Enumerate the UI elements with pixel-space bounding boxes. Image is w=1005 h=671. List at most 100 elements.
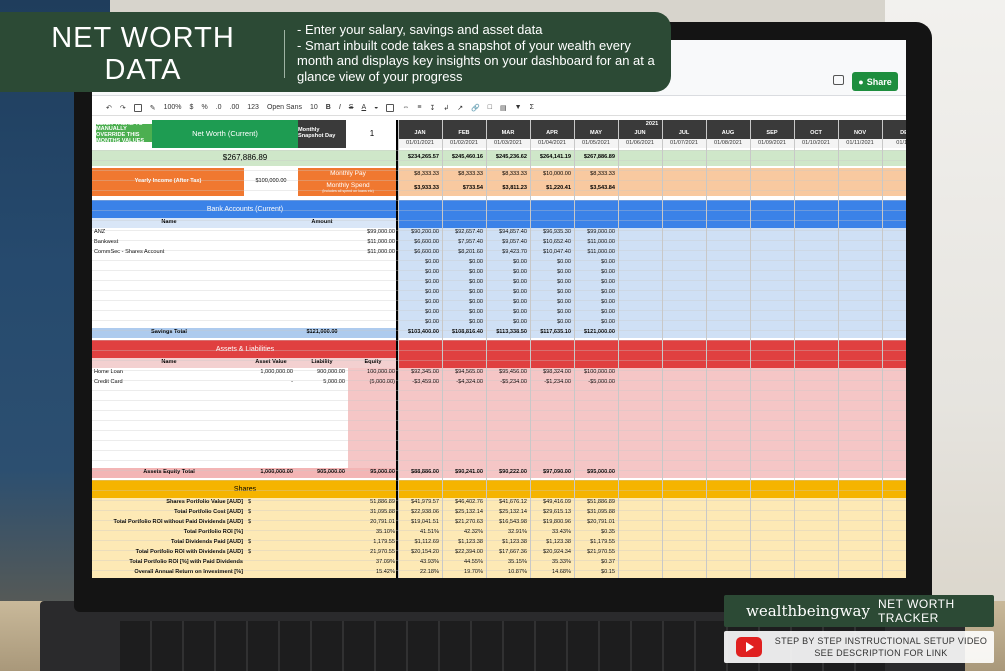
gridline xyxy=(92,440,906,441)
filter-icon[interactable]: ▼ xyxy=(515,104,522,111)
gridline xyxy=(92,160,906,161)
valign-icon[interactable]: ↧ xyxy=(429,104,435,112)
banner-title: NET WORTH DATA xyxy=(51,22,235,86)
yearly-income-label: Yearly Income (After Tax) xyxy=(92,168,244,196)
monthly-spend-history: $733.54 xyxy=(442,181,486,196)
date-header: 01/08/2021 xyxy=(706,139,750,148)
date-header: 01/06/2021 xyxy=(618,139,662,148)
gridline xyxy=(92,240,906,241)
gridline xyxy=(92,480,906,481)
bold-icon[interactable]: B xyxy=(326,104,331,111)
monthly-spend-history: $3,933.33 xyxy=(398,181,442,196)
video-line-2: SEE DESCRIPTION FOR LINK xyxy=(814,648,948,658)
align-icon[interactable]: ≡ xyxy=(417,104,421,111)
month-header: OCT xyxy=(794,129,838,139)
gridline xyxy=(92,280,906,281)
gridline xyxy=(92,560,906,561)
gridline xyxy=(92,320,906,321)
video-line-1: STEP BY STEP INSTRUCTIONAL SETUP VIDEO xyxy=(774,636,988,646)
font-size-select[interactable]: 10 xyxy=(310,104,318,111)
banner-bullet: - Smart inbuilt code takes a snapshot of… xyxy=(297,37,655,84)
date-header: 01/05/2021 xyxy=(574,139,618,148)
year-header: 2021 xyxy=(398,120,906,129)
override-button[interactable]: CLICK THERE TO MANUALLY OVERRIDE THIS MO… xyxy=(96,124,152,142)
date-header: 01/10/2021 xyxy=(794,139,838,148)
currency-format-button[interactable]: $ xyxy=(190,104,194,111)
date-header: 01/09/2021 xyxy=(750,139,794,148)
redo-icon[interactable]: ↷ xyxy=(120,104,126,112)
more-formats-button[interactable]: 123 xyxy=(247,104,259,111)
text-color-icon[interactable]: A xyxy=(361,104,366,111)
laptop-screen: ● Share ↶ ↷ ✎ 100% $ % .0 .00 123 Open S… xyxy=(92,40,906,578)
gridline xyxy=(92,380,906,381)
gridline xyxy=(92,530,906,531)
gridline xyxy=(92,470,906,471)
gridline xyxy=(92,270,906,271)
font-select[interactable]: Open Sans xyxy=(267,104,302,111)
date-header: 01/03/2021 xyxy=(486,139,530,148)
video-text: STEP BY STEP INSTRUCTIONAL SETUP VIDEO S… xyxy=(772,635,990,659)
comment-insert-icon[interactable]: □ xyxy=(488,104,492,111)
net-worth-history: $245,460.16 xyxy=(442,150,486,166)
lock-icon: ● xyxy=(858,76,864,87)
yearly-income-value[interactable]: $100,000.00 xyxy=(244,168,298,196)
wrap-icon[interactable]: ↲ xyxy=(443,104,449,112)
date-header: 01/02/2021 xyxy=(442,139,486,148)
undo-icon[interactable]: ↶ xyxy=(106,104,112,112)
gridline xyxy=(92,510,906,511)
month-header: MAY xyxy=(574,129,618,139)
gridline xyxy=(92,420,906,421)
net-worth-history xyxy=(882,150,906,166)
date-header: 01/07/2021 xyxy=(662,139,706,148)
month-header: MAR xyxy=(486,129,530,139)
gridline xyxy=(92,570,906,571)
gridline xyxy=(92,500,906,501)
gridline xyxy=(92,410,906,411)
print-icon[interactable] xyxy=(133,103,142,112)
shares-history-header xyxy=(398,480,906,498)
comment-icon[interactable] xyxy=(833,75,844,85)
gridline xyxy=(92,230,906,231)
share-button[interactable]: ● Share xyxy=(852,72,898,91)
snapshot-day-label: Monthly Snapshot Day xyxy=(298,120,346,148)
brand-panel: wealthbeingway NET WORTH TRACKER xyxy=(724,595,994,627)
rotate-icon[interactable]: ↗ xyxy=(457,104,463,112)
increase-decimals-button[interactable]: .00 xyxy=(230,104,240,111)
link-icon[interactable]: 🔗 xyxy=(471,104,480,112)
merge-icon[interactable]: ⇔ xyxy=(402,104,409,111)
strikethrough-icon[interactable]: S xyxy=(349,104,354,111)
gridline xyxy=(92,170,906,171)
gridline xyxy=(92,540,906,541)
monthly-spend-history xyxy=(706,181,750,196)
net-worth-history: $245,236.62 xyxy=(486,150,530,166)
assets-history-header xyxy=(398,340,906,368)
fill-color-icon[interactable]: ◒ xyxy=(374,104,378,111)
month-header: APR xyxy=(530,129,574,139)
monthly-spend-history xyxy=(618,181,662,196)
monthly-spend-history xyxy=(882,181,906,196)
chart-icon[interactable]: ▤ xyxy=(500,104,507,112)
monthly-spend-history: $3,543.84 xyxy=(574,181,618,196)
functions-icon[interactable]: Σ xyxy=(530,104,534,111)
net-worth-label: Net Worth (Current) xyxy=(152,120,298,148)
video-panel[interactable]: STEP BY STEP INSTRUCTIONAL SETUP VIDEO S… xyxy=(724,631,994,663)
banner-divider xyxy=(284,30,285,78)
date-header: 01/11/2021 xyxy=(838,139,882,148)
spreadsheet-grid[interactable]: CLICK THERE TO MANUALLY OVERRIDE THIS MO… xyxy=(92,120,906,578)
month-header: DE xyxy=(882,129,906,139)
borders-icon[interactable] xyxy=(386,103,395,112)
decrease-decimals-button[interactable]: .0 xyxy=(216,104,222,111)
snapshot-day-value[interactable]: 1 xyxy=(346,120,398,148)
monthly-spend-history xyxy=(750,181,794,196)
percent-format-button[interactable]: % xyxy=(201,104,207,111)
zoom-select[interactable]: 100% xyxy=(164,104,182,111)
gridline xyxy=(92,520,906,521)
bank-history-header xyxy=(398,200,906,228)
net-worth-history xyxy=(618,150,662,166)
italic-icon[interactable]: I xyxy=(339,104,341,111)
gridline xyxy=(92,200,906,201)
banner-bullet: - Enter your salary, savings and asset d… xyxy=(297,22,543,37)
banner-description: - Enter your salary, savings and asset d… xyxy=(297,22,667,84)
paint-format-icon[interactable]: ✎ xyxy=(150,104,156,112)
youtube-icon[interactable] xyxy=(736,637,762,657)
